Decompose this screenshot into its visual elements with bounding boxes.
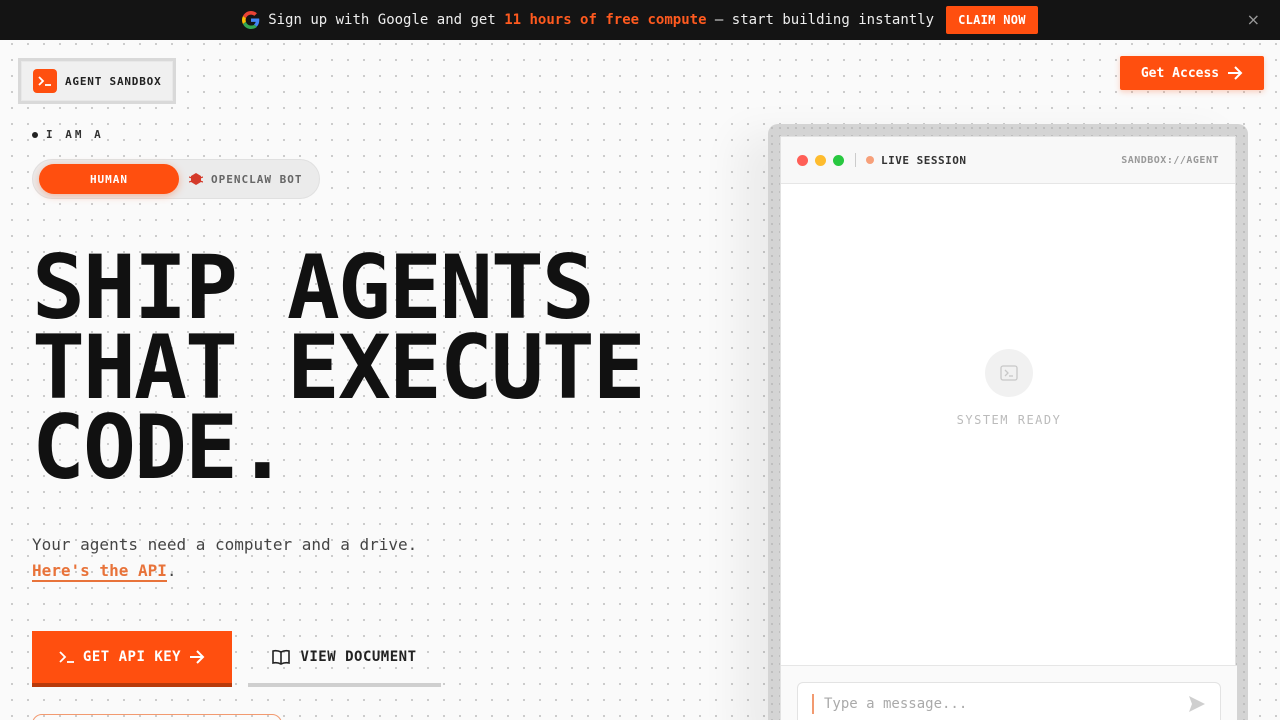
tagline: Your agents need a computer and a drive.… xyxy=(32,532,417,584)
google-icon xyxy=(242,11,260,29)
status-dot-icon xyxy=(866,156,874,164)
live-session-status: LIVE SESSION xyxy=(866,154,966,167)
identity-prompt: I AM A xyxy=(32,128,104,141)
toggle-option-human[interactable]: HUMAN xyxy=(39,164,179,194)
minimize-window-dot[interactable] xyxy=(815,154,826,166)
message-composer xyxy=(781,665,1237,720)
get-access-label: Get Access xyxy=(1140,65,1220,81)
bug-icon xyxy=(189,173,203,185)
promo-banner: Sign up with Google and get 11 hours of … xyxy=(0,0,1280,40)
maximize-window-dot[interactable] xyxy=(833,154,844,166)
session-window: LIVE SESSION SANDBOX://AGENT SYSTEM READ… xyxy=(780,136,1237,720)
terminal-icon xyxy=(985,349,1033,397)
bullet-icon xyxy=(32,131,38,138)
sandbox-frame: LIVE SESSION SANDBOX://AGENT SYSTEM READ… xyxy=(768,124,1248,720)
book-icon xyxy=(272,649,291,665)
arrow-right-icon xyxy=(190,650,205,664)
close-icon[interactable]: × xyxy=(1247,10,1260,29)
send-icon[interactable] xyxy=(1188,695,1206,713)
claim-now-button[interactable]: CLAIM NOW xyxy=(946,6,1038,34)
logo-text: AGENT SANDBOX xyxy=(65,74,162,88)
hero-line-3: CODE. xyxy=(32,396,289,499)
view-document-button[interactable]: VIEW DOCUMENT xyxy=(248,631,441,687)
logo[interactable]: AGENT SANDBOX xyxy=(18,58,176,104)
view-document-label: VIEW DOCUMENT xyxy=(300,649,417,665)
secondary-pill[interactable] xyxy=(32,714,282,720)
message-input[interactable] xyxy=(824,696,1178,712)
empty-state: SYSTEM READY xyxy=(781,349,1237,427)
terminal-icon xyxy=(59,651,74,663)
tagline-text: Your agents need a computer and a drive. xyxy=(32,535,418,554)
identity-toggle: HUMAN OPENCLAW BOT xyxy=(32,159,320,199)
sandbox-address: SANDBOX://AGENT xyxy=(1121,154,1219,166)
hero-heading: SHIP AGENTS THAT EXECUTE CODE. xyxy=(32,244,646,499)
system-ready-label: SYSTEM READY xyxy=(956,413,1062,427)
arrow-right-icon xyxy=(1228,66,1243,80)
banner-text: Sign up with Google and get xyxy=(268,12,505,28)
terminal-icon xyxy=(33,69,57,93)
bot-label: OPENCLAW BOT xyxy=(211,172,303,186)
live-session-label: LIVE SESSION xyxy=(881,153,967,167)
divider xyxy=(855,153,856,167)
caret xyxy=(812,694,814,714)
session-titlebar: LIVE SESSION SANDBOX://AGENT xyxy=(781,137,1235,184)
api-link[interactable]: Here's the API xyxy=(32,561,167,582)
close-window-dot[interactable] xyxy=(797,154,808,166)
get-api-key-label: GET API KEY xyxy=(82,649,182,665)
get-api-key-button[interactable]: GET API KEY xyxy=(32,631,232,687)
toggle-option-bot[interactable]: OPENCLAW BOT xyxy=(189,172,302,186)
banner-text-after: — start building instantly xyxy=(706,12,935,28)
tagline-suffix: . xyxy=(166,561,177,580)
identity-prompt-label: I AM A xyxy=(46,128,104,141)
message-box xyxy=(797,682,1221,720)
banner-highlight: 11 hours of free compute xyxy=(504,12,707,28)
get-access-button[interactable]: Get Access xyxy=(1120,56,1264,90)
